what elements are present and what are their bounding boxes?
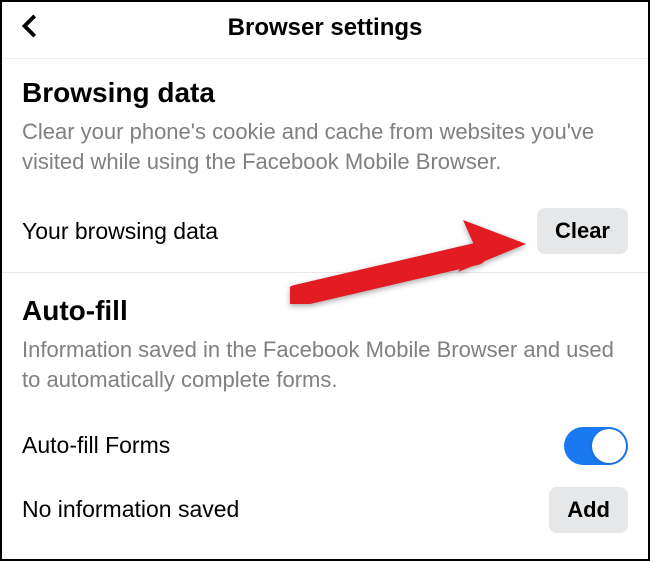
autofill-forms-label: Auto-fill Forms bbox=[22, 432, 170, 459]
clear-button[interactable]: Clear bbox=[537, 208, 628, 254]
back-button[interactable] bbox=[20, 13, 42, 44]
page-title: Browser settings bbox=[228, 14, 423, 42]
header: Browser settings bbox=[2, 2, 648, 59]
autofill-forms-toggle[interactable] bbox=[564, 427, 628, 465]
no-information-label: No information saved bbox=[22, 496, 239, 523]
browsing-data-label: Your browsing data bbox=[22, 218, 218, 245]
chevron-left-icon bbox=[20, 13, 42, 39]
autofill-description: Information saved in the Facebook Mobile… bbox=[22, 335, 628, 394]
toggle-knob bbox=[592, 429, 626, 463]
autofill-forms-row: Auto-fill Forms bbox=[2, 417, 648, 477]
browsing-data-title: Browsing data bbox=[22, 77, 628, 109]
browsing-data-row: Your browsing data Clear bbox=[2, 198, 648, 273]
browsing-data-section: Browsing data Clear your phone's cookie … bbox=[2, 59, 648, 176]
no-information-row: No information saved Add bbox=[2, 477, 648, 545]
autofill-title: Auto-fill bbox=[22, 295, 628, 327]
autofill-section: Auto-fill Information saved in the Faceb… bbox=[2, 277, 648, 394]
browsing-data-description: Clear your phone's cookie and cache from… bbox=[22, 117, 628, 176]
add-button[interactable]: Add bbox=[549, 487, 628, 533]
